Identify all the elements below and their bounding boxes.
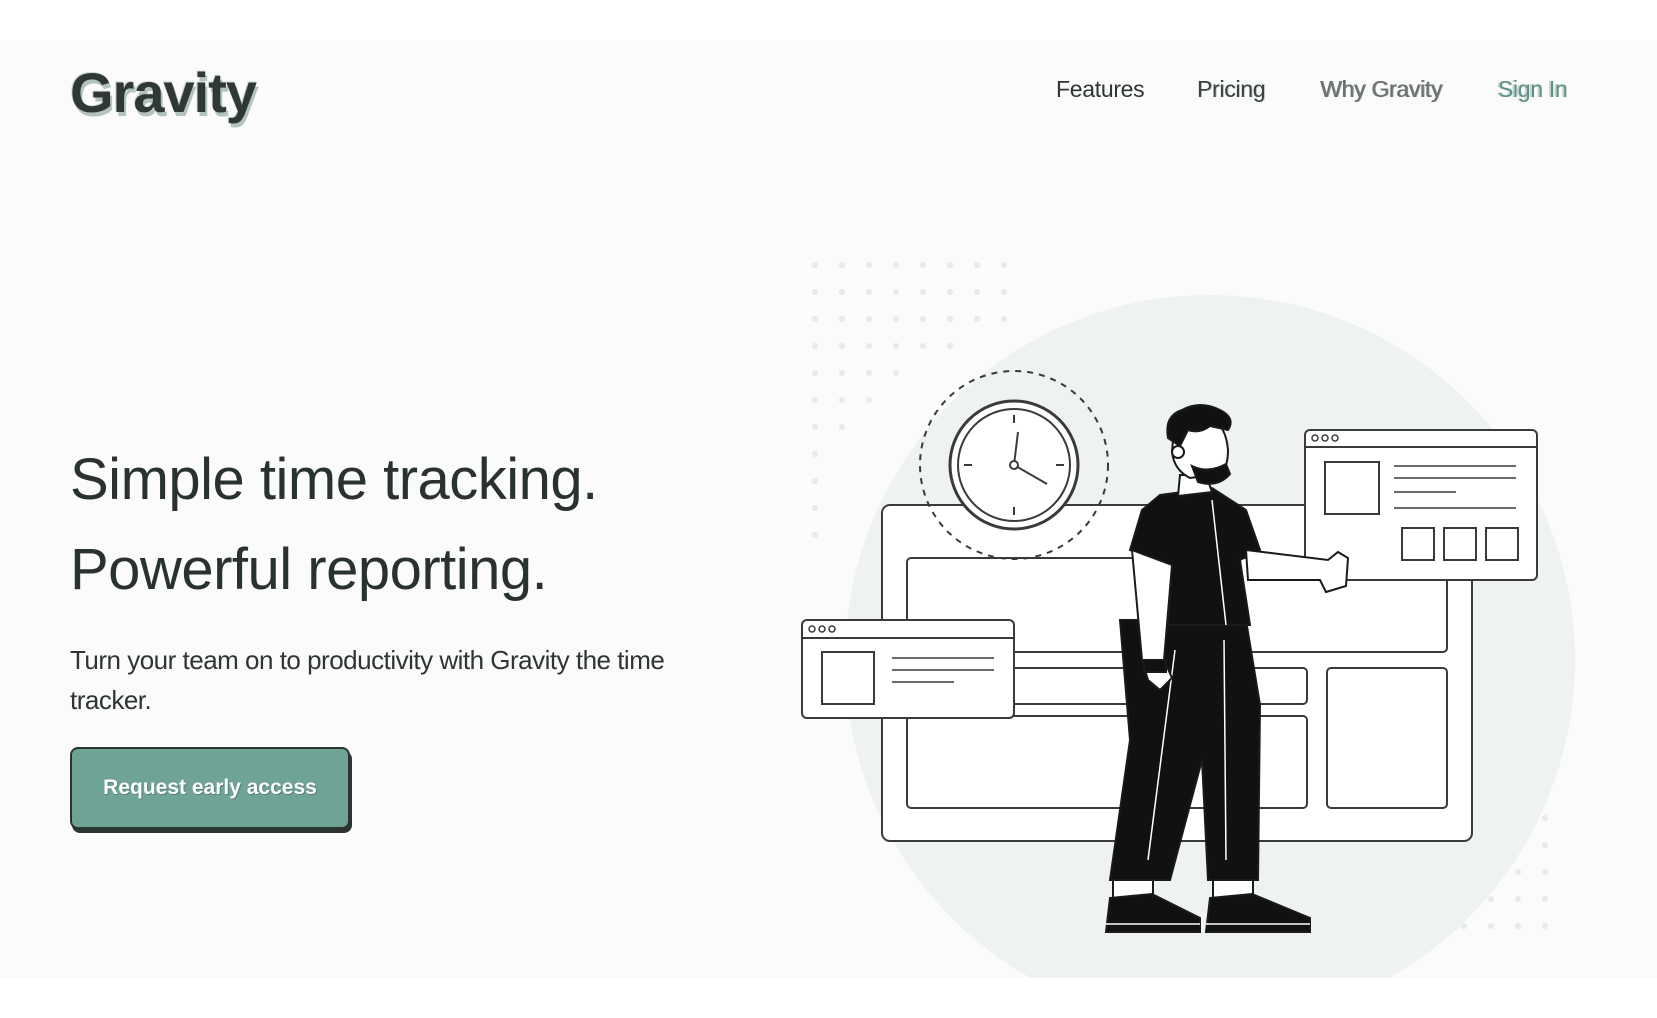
hero-title-line-1: Simple time tracking. bbox=[70, 447, 598, 512]
hero-title-line-2: Powerful reporting. bbox=[70, 537, 548, 602]
landing-page: Gravity Features Pricing Why Gravity Sig… bbox=[0, 40, 1657, 978]
main-nav: Features Pricing Why Gravity Sign In bbox=[0, 76, 1657, 116]
nav-pricing-link[interactable]: Pricing bbox=[1197, 76, 1266, 103]
site-header: Gravity Features Pricing Why Gravity Sig… bbox=[0, 40, 1657, 140]
hero-title: Simple time tracking. Powerful reporting… bbox=[70, 435, 598, 615]
hero-illustration bbox=[801, 262, 1575, 978]
nav-features-link[interactable]: Features bbox=[1056, 76, 1145, 103]
nav-why-gravity-link[interactable]: Why Gravity bbox=[1320, 76, 1442, 103]
request-early-access-button[interactable]: Request early access bbox=[72, 749, 348, 827]
hero-subtitle: Turn your team on to productivity with G… bbox=[70, 645, 665, 715]
browser-window-icon-left bbox=[801, 619, 1015, 719]
sign-in-link[interactable]: Sign In bbox=[1498, 76, 1568, 103]
